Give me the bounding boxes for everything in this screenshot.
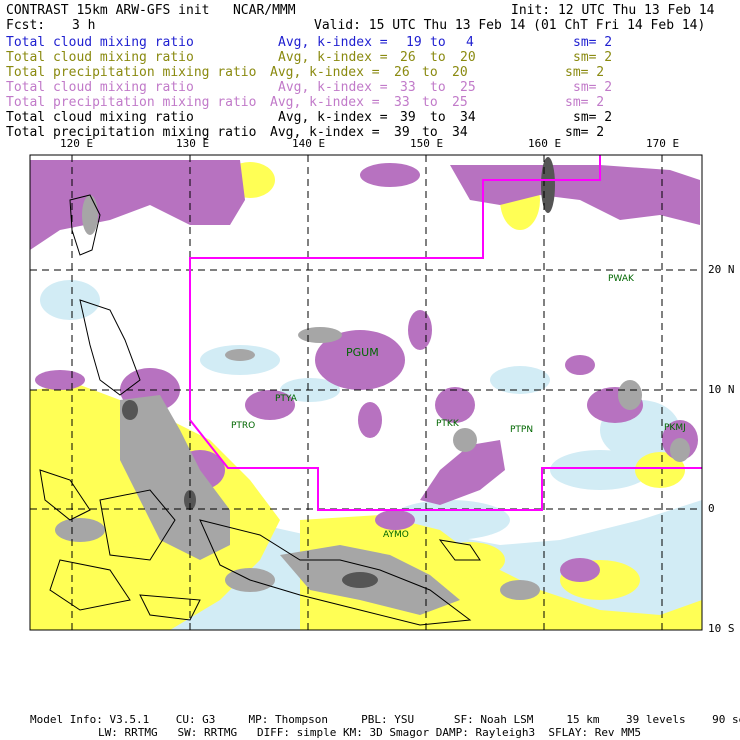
valid-time: Valid: 15 UTC Thu 13 Feb 14 (01 ChT Fri … — [314, 18, 706, 33]
legend-row: Total cloud mixing ratio Avg, k-index = … — [6, 110, 734, 125]
legend-kindex-label: Avg, k-index = — [278, 110, 388, 125]
lon-label: 160 E — [528, 137, 562, 150]
legend-k-from: 39 — [400, 110, 416, 125]
lon-label: 140 E — [292, 137, 326, 150]
legend-row: Total precipitation mixing ratio Avg, k-… — [6, 95, 734, 110]
legend-k-to-word: to — [430, 80, 446, 95]
map-title: CONTRAST 15km ARW-GFS init NCAR/MMM — [6, 3, 296, 18]
legend-k-to-word: to — [422, 95, 438, 110]
cloud-field-layer — [30, 157, 702, 630]
legend-row: Total cloud mixing ratio Avg, k-index = … — [6, 80, 734, 95]
forecast-hour-label: Fcst: — [6, 18, 46, 33]
legend-k-to: 20 — [460, 50, 476, 65]
lon-label: 130 E — [176, 137, 210, 150]
init-time: Init: 12 UTC Thu 13 Feb 14 — [511, 3, 715, 18]
legend-row: Total cloud mixing ratio Avg, k-index = … — [6, 50, 734, 65]
legend-k-from: 19 — [406, 35, 422, 50]
legend-k-from: 26 — [400, 50, 416, 65]
legend-field: Total cloud mixing ratio — [6, 35, 194, 50]
legend-k-from: 26 — [394, 65, 410, 80]
forecast-hour-value: 3 h — [72, 18, 96, 33]
legend-field: Total precipitation mixing ratio — [6, 95, 257, 110]
legend-k-to-word: to — [430, 35, 446, 50]
legend-k-to-word: to — [430, 50, 446, 65]
lon-label: 170 E — [646, 137, 680, 150]
station-pwak: PWAK — [608, 274, 635, 284]
station-ptpn: PTPN — [510, 425, 533, 435]
station-pgum: PGUM — [346, 346, 379, 359]
legend-k-to: 25 — [460, 80, 476, 95]
legend-field: Total cloud mixing ratio — [6, 80, 194, 95]
legend-field: Total cloud mixing ratio — [6, 110, 194, 125]
legend-kindex-label: Avg, k-index = — [278, 80, 388, 95]
station-ptro: PTRO — [231, 421, 255, 431]
legend-k-to: 34 — [460, 110, 476, 125]
station-ptya: PTYA — [275, 394, 298, 404]
legend-row: Total precipitation mixing ratio Avg, k-… — [6, 65, 734, 80]
legend-k-to-word: to — [430, 110, 446, 125]
lat-label: 20 N — [708, 263, 735, 276]
legend-kindex-label: Avg, k-index = — [278, 50, 388, 65]
legend-sm: sm= 2 — [565, 65, 605, 80]
model-info-line1: Model Info: V3.5.1 CU: G3 MP: Thompson P… — [30, 713, 740, 726]
legend-field: Total precipitation mixing ratio — [6, 65, 257, 80]
lon-label: 150 E — [410, 137, 444, 150]
station-aymo: AYMO — [383, 530, 409, 540]
legend-k-to: 34 — [452, 125, 468, 140]
legend-k-to: 20 — [452, 65, 468, 80]
legend-k-from: 33 — [394, 95, 410, 110]
lat-label: 10 N — [708, 383, 735, 396]
lon-label: 120 E — [60, 137, 94, 150]
legend-k-to: 4 — [466, 35, 474, 50]
legend-kindex-label: Avg, k-index = — [278, 35, 388, 50]
legend-sm: sm= 2 — [573, 50, 613, 65]
legend-sm: sm= 2 — [573, 110, 613, 125]
legend-sm: sm= 2 — [565, 125, 605, 140]
lat-label: 10 S — [708, 622, 735, 635]
lat-label: 0 — [708, 502, 715, 515]
legend-sm: sm= 2 — [573, 80, 613, 95]
legend-field: Total cloud mixing ratio — [6, 50, 194, 65]
legend-k-from: 33 — [400, 80, 416, 95]
legend-k-to: 25 — [452, 95, 468, 110]
station-ptkk: PTKK — [436, 419, 460, 429]
legend-field: Total precipitation mixing ratio — [6, 125, 257, 140]
legend-sm: sm= 2 — [573, 35, 613, 50]
legend-row: Total precipitation mixing ratio Avg, k-… — [6, 125, 734, 140]
legend-sm: sm= 2 — [565, 95, 605, 110]
legend-k-from: 39 — [394, 125, 410, 140]
legend-k-to-word: to — [422, 65, 438, 80]
model-info-line2: LW: RRTMG SW: RRTMG DIFF: simple KM: 3D … — [98, 726, 642, 739]
legend-kindex-label: Avg, k-index = — [270, 95, 380, 110]
station-pkmj: PKMJ — [664, 423, 686, 433]
legend-row: Total cloud mixing ratio Avg, k-index = … — [6, 35, 734, 50]
legend-kindex-label: Avg, k-index = — [270, 65, 380, 80]
